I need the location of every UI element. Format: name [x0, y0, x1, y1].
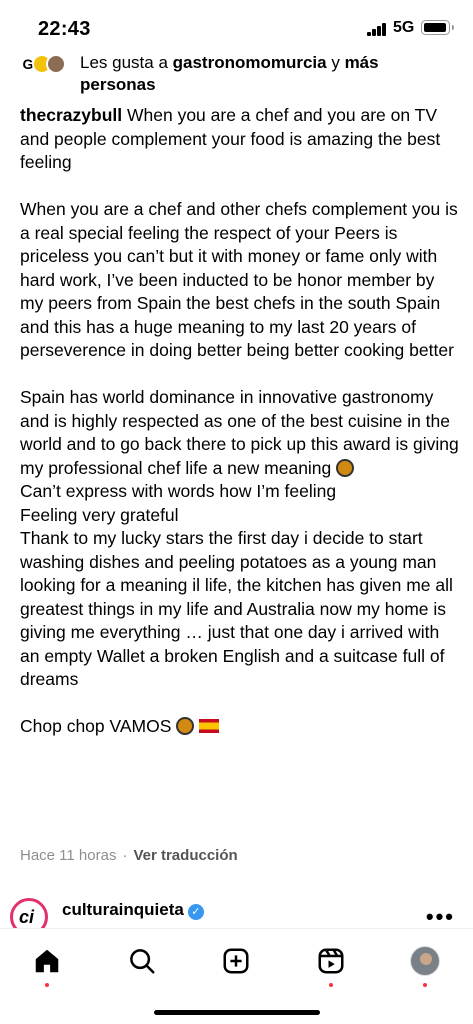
notification-dot	[329, 983, 333, 987]
battery-icon	[421, 20, 454, 35]
caption-username[interactable]: thecrazybull	[20, 105, 122, 125]
paella-emoji-icon	[336, 458, 355, 477]
status-bar: 22:43 5G	[0, 0, 473, 54]
network-type: 5G	[393, 19, 415, 36]
likes-prefix: Les gusta a	[80, 53, 173, 72]
caption-paragraph: Thank to my lucky stars the first day i …	[20, 528, 453, 689]
post-caption: thecrazybull When you are a chef and you…	[20, 104, 460, 739]
profile-avatar	[410, 946, 440, 976]
next-post-header: ci culturainquieta ✓ •••	[10, 896, 465, 936]
paella-emoji-icon	[176, 717, 195, 735]
caption-paragraph: Spain has world dominance in innovative …	[20, 387, 459, 478]
likes-summary[interactable]: G Les gusta a gastronomomurcia y más per…	[18, 52, 458, 96]
caption-paragraph: Chop chop VAMOS	[20, 716, 172, 736]
likes-conj: y	[326, 53, 345, 72]
home-icon	[35, 949, 59, 973]
plus-square-icon	[223, 948, 249, 974]
more-options-icon[interactable]: •••	[426, 904, 455, 930]
caption-paragraph: Can’t express with words how I’m feeling	[20, 481, 337, 501]
post-meta: Hace 11 horas · Ver traducción	[20, 847, 238, 864]
home-indicator	[154, 1010, 320, 1015]
post-time: Hace 11 horas	[20, 847, 117, 864]
caption-paragraph: Feeling very grateful	[20, 504, 179, 525]
spain-flag-icon	[199, 719, 220, 733]
notification-dot	[423, 983, 427, 987]
tab-search[interactable]	[120, 939, 164, 983]
tab-reels[interactable]	[309, 939, 353, 987]
tab-create[interactable]	[214, 939, 258, 983]
signal-icon	[367, 23, 387, 36]
meta-separator: ·	[122, 847, 128, 864]
tab-home[interactable]	[25, 939, 69, 987]
liker-avatars: G	[18, 54, 76, 74]
verified-badge-icon: ✓	[187, 904, 204, 920]
search-icon	[130, 949, 155, 974]
tab-profile[interactable]	[403, 939, 447, 987]
reels-icon	[318, 948, 344, 974]
next-post-username[interactable]: culturainquieta ✓	[62, 900, 204, 920]
liker-username[interactable]: gastronomomurcia	[173, 53, 327, 72]
notification-dot	[45, 983, 49, 987]
caption-paragraph: When you are a chef and other chefs comp…	[20, 199, 458, 360]
liker-avatar	[46, 54, 66, 74]
translate-link[interactable]: Ver traducción	[133, 847, 237, 864]
status-time: 22:43	[38, 18, 91, 40]
